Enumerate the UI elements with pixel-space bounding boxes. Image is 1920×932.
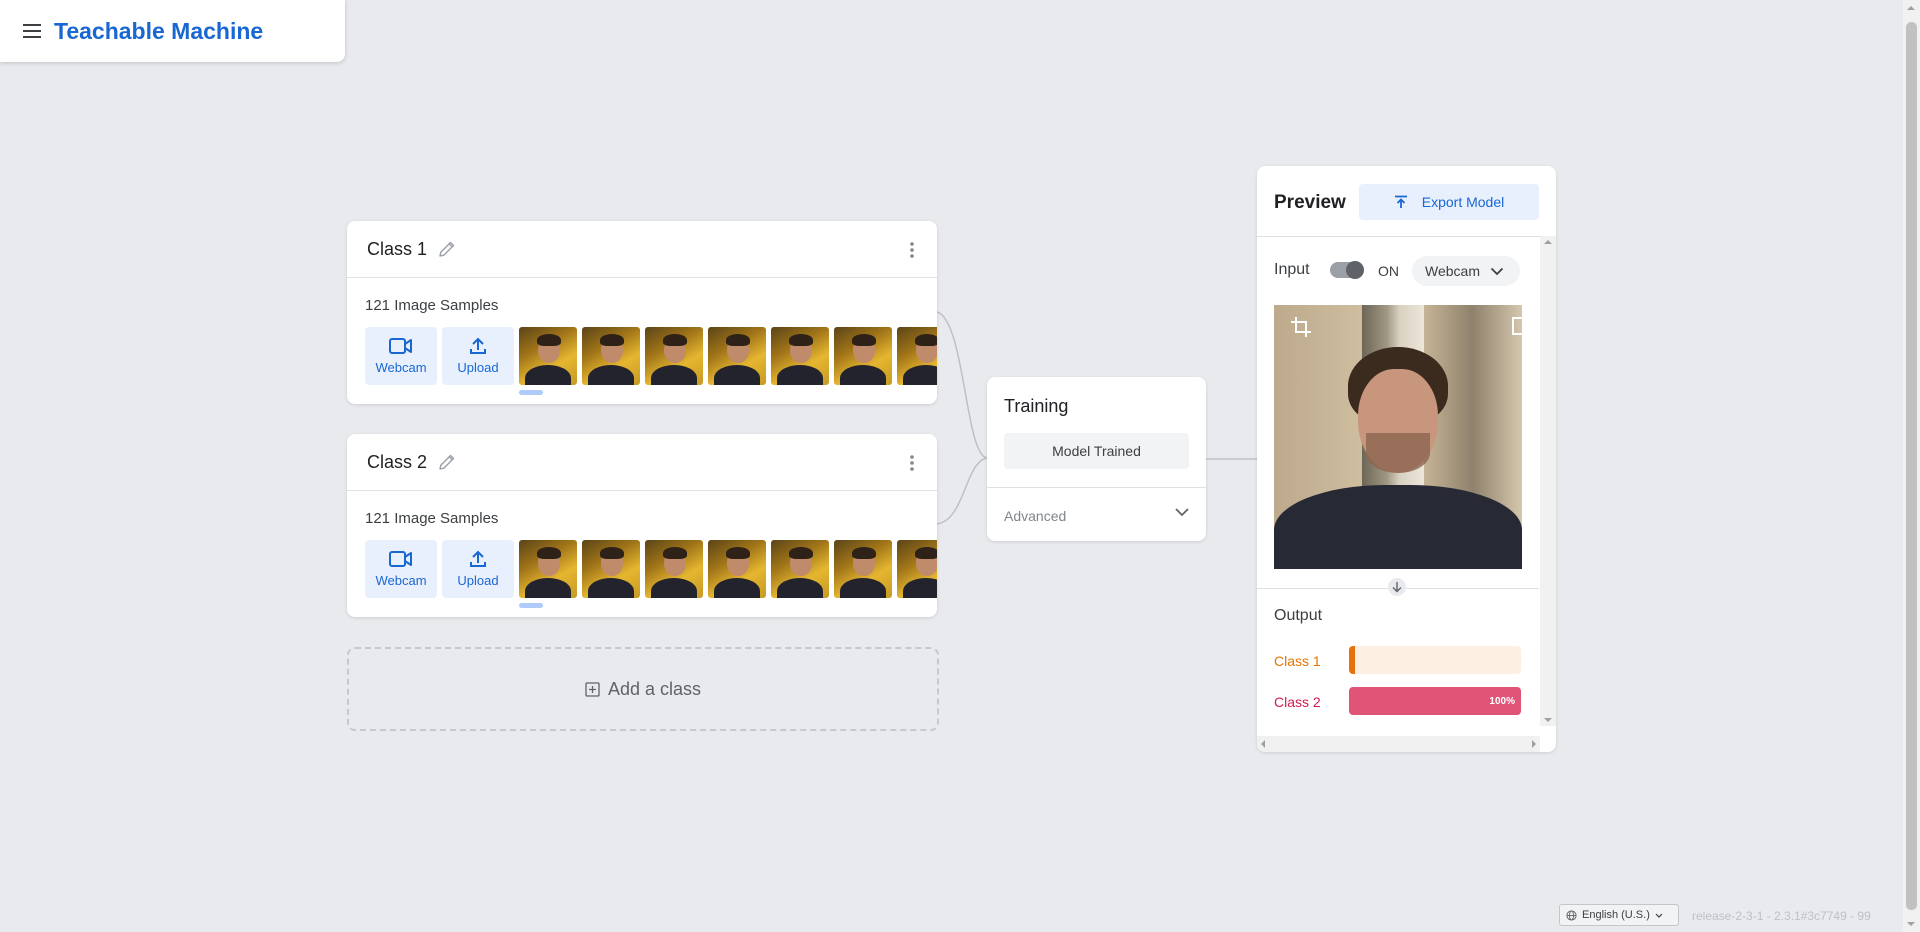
more-options-icon[interactable]: [909, 454, 915, 472]
sample-thumbnail[interactable]: [771, 327, 829, 385]
webcam-button[interactable]: Webcam: [365, 540, 437, 598]
samples-count: 121 Image Samples: [365, 297, 499, 314]
class-card-header: Class 1: [347, 221, 937, 278]
output-class-1-bar: [1349, 646, 1521, 674]
video-camera-icon: [389, 551, 412, 567]
upload-label: Upload: [457, 360, 499, 375]
samples-count: 121 Image Samples: [365, 510, 499, 527]
sample-thumbnails: [519, 540, 937, 598]
output-class-1-label: Class 1: [1274, 653, 1321, 669]
sample-thumbnail[interactable]: [519, 327, 577, 385]
thumbnail-scroll-indicator[interactable]: [519, 390, 543, 395]
webcam-label: Webcam: [375, 573, 427, 588]
sample-thumbnail[interactable]: [708, 327, 766, 385]
arrow-down-icon: [1388, 578, 1406, 596]
class-card-1: Class 1 121 Image Samples Webcam Upload: [347, 221, 937, 404]
chevron-down-icon: [1490, 267, 1504, 275]
sample-thumbnail[interactable]: [645, 540, 703, 598]
video-camera-icon: [389, 338, 412, 354]
class-name[interactable]: Class 1: [367, 239, 427, 260]
output-label: Output: [1274, 607, 1323, 624]
sample-thumbnail[interactable]: [582, 327, 640, 385]
sample-thumbnail[interactable]: [897, 327, 937, 385]
output-class-2-fill: 100%: [1349, 687, 1521, 715]
advanced-toggle-label[interactable]: Advanced: [1004, 508, 1066, 524]
edit-pencil-icon[interactable]: [437, 239, 457, 259]
training-title: Training: [1004, 396, 1069, 416]
menu-icon[interactable]: [20, 19, 44, 43]
export-model-label: Export Model: [1421, 194, 1505, 210]
connector-lines: [936, 311, 1257, 525]
webcam-button[interactable]: Webcam: [365, 327, 437, 385]
preview-panel: Preview Export Model Input ON Webcam Out…: [1257, 166, 1556, 752]
input-toggle[interactable]: [1330, 261, 1364, 279]
globe-icon: [1566, 909, 1577, 921]
webcam-preview: [1274, 305, 1522, 569]
sample-thumbnail[interactable]: [771, 540, 829, 598]
language-value: English (U.S.): [1582, 909, 1650, 921]
class-name[interactable]: Class 2: [367, 452, 427, 473]
divider: [987, 487, 1206, 488]
add-box-icon: [585, 681, 600, 697]
add-class-button[interactable]: Add a class: [347, 647, 939, 731]
train-model-button[interactable]: Model Trained: [1004, 433, 1189, 469]
language-select[interactable]: English (U.S.): [1559, 904, 1679, 926]
sample-thumbnail[interactable]: [582, 540, 640, 598]
add-class-label: Add a class: [607, 678, 702, 699]
webcam-label: Webcam: [375, 360, 427, 375]
sample-thumbnail[interactable]: [708, 540, 766, 598]
sample-thumbnail[interactable]: [834, 540, 892, 598]
preview-vertical-scrollbar[interactable]: [1540, 236, 1556, 726]
app-title[interactable]: Teachable Machine: [54, 18, 263, 45]
flip-icon[interactable]: [1512, 317, 1522, 335]
output-class-2-bar: 100%: [1349, 687, 1521, 715]
sample-thumbnail[interactable]: [834, 327, 892, 385]
export-model-button[interactable]: Export Model: [1359, 184, 1539, 220]
output-class-2-label: Class 2: [1274, 694, 1321, 710]
preview-title: Preview: [1274, 192, 1346, 213]
class-card-header: Class 2: [347, 434, 937, 491]
upload-button[interactable]: Upload: [442, 327, 514, 385]
class-card-2: Class 2 121 Image Samples Webcam Upload: [347, 434, 937, 617]
input-source-value: Webcam: [1425, 263, 1480, 279]
chevron-down-icon[interactable]: [1174, 507, 1190, 517]
divider: [1257, 236, 1556, 237]
preview-horizontal-scrollbar[interactable]: [1257, 736, 1540, 752]
sample-thumbnails: [519, 327, 937, 385]
page-scrollbar[interactable]: [1903, 0, 1920, 932]
thumbnail-scroll-indicator[interactable]: [519, 603, 543, 608]
sample-thumbnail[interactable]: [645, 327, 703, 385]
upload-icon: [470, 337, 486, 354]
chevron-down-icon: [1655, 913, 1663, 918]
training-card: Training Model Trained Advanced: [987, 377, 1206, 541]
toggle-state-label: ON: [1378, 263, 1399, 279]
page-scrollbar-thumb[interactable]: [1906, 22, 1917, 910]
sample-thumbnail[interactable]: [519, 540, 577, 598]
upload-button[interactable]: Upload: [442, 540, 514, 598]
release-version: release-2-3-1 - 2.3.1#3c7749 - 99: [1692, 909, 1871, 923]
output-class-1-fill: [1349, 646, 1355, 674]
input-source-select[interactable]: Webcam: [1412, 256, 1520, 286]
sample-thumbnail[interactable]: [897, 540, 937, 598]
app-header: Teachable Machine: [0, 0, 345, 62]
export-icon: [1394, 195, 1407, 208]
edit-pencil-icon[interactable]: [437, 452, 457, 472]
more-options-icon[interactable]: [909, 241, 915, 259]
upload-label: Upload: [457, 573, 499, 588]
upload-icon: [470, 550, 486, 567]
crop-icon[interactable]: [1290, 316, 1312, 338]
input-label: Input: [1274, 261, 1310, 278]
